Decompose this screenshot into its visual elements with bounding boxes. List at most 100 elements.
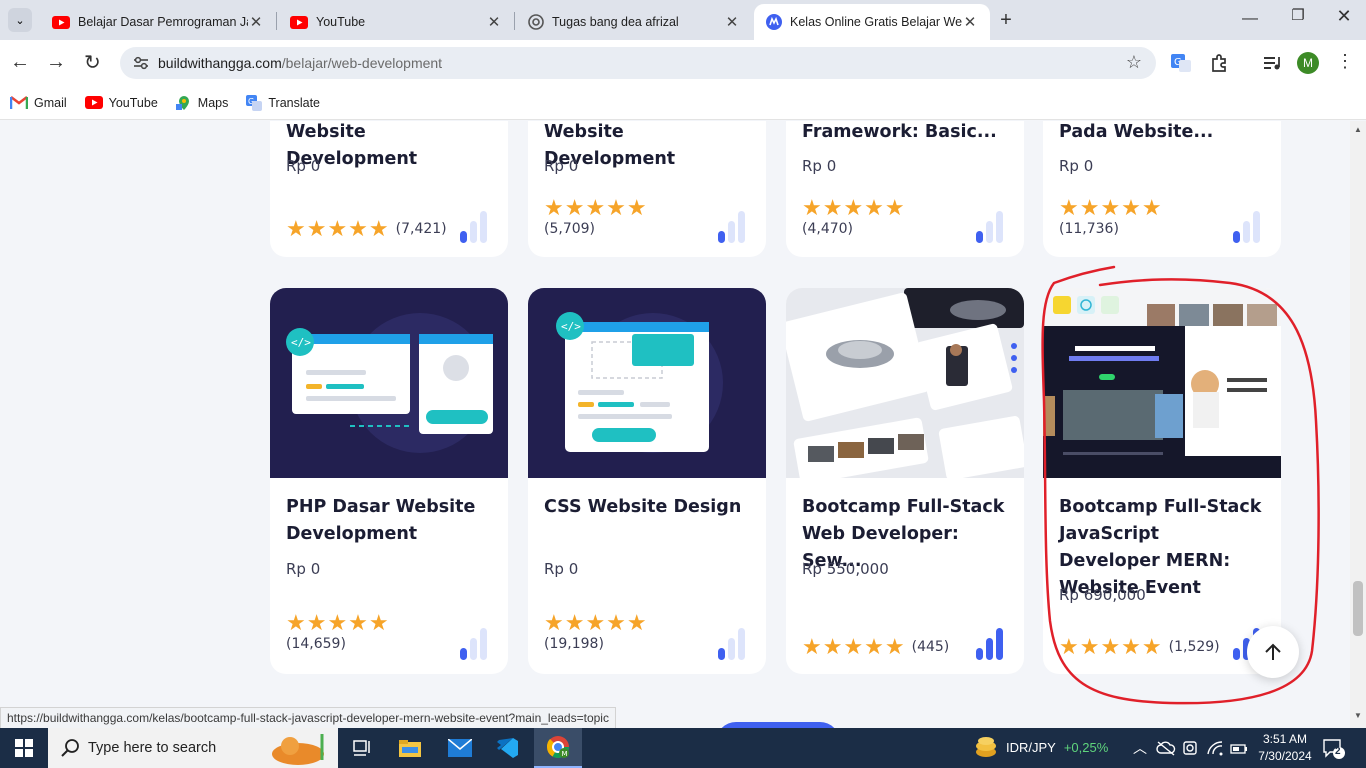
close-window-icon[interactable]: ✕ — [1326, 6, 1362, 27]
tab-belajar-dasar[interactable]: Belajar Dasar Pemrograman Jav ✕ — [40, 4, 276, 40]
level-indicator — [976, 626, 1003, 660]
url-domain: buildwithangga.com — [158, 55, 282, 71]
vertical-scrollbar[interactable]: ▲ ▼ — [1350, 121, 1366, 728]
course-price: Rp 0 — [1059, 157, 1094, 175]
course-card[interactable]: </> CSS Website Design Rp 0 ★★★★★ (19,198… — [528, 288, 766, 674]
tab-kelas-online[interactable]: Kelas Online Gratis Belajar Web ✕ — [754, 4, 990, 40]
tab-divider — [276, 12, 277, 30]
bookmark-youtube[interactable]: YouTube — [84, 95, 158, 110]
wifi-icon[interactable] — [1206, 740, 1224, 761]
tiger-illustration-icon — [272, 734, 324, 765]
course-card[interactable]: Website Development Rp 0 ★★★★★ (5,709) — [528, 121, 766, 257]
course-price: Rp 0 — [544, 157, 579, 175]
tab-youtube[interactable]: YouTube ✕ — [278, 4, 514, 40]
notification-count: 2 — [1335, 746, 1341, 757]
course-card[interactable]: Framework: Basic... Rp 0 ★★★★★ (4,470) — [786, 121, 1024, 257]
rating-count: (5,709) — [544, 221, 596, 237]
new-tab-icon[interactable]: + — [994, 8, 1018, 32]
show-hidden-icons-icon[interactable]: ︿ — [1133, 738, 1147, 758]
globe-icon — [528, 14, 544, 30]
address-bar[interactable]: buildwithangga.com/belajar/web-developme… — [120, 47, 1156, 79]
course-card[interactable]: Pada Website... Rp 0 ★★★★★ (11,736) — [1043, 121, 1281, 257]
media-control-icon[interactable] — [1261, 52, 1283, 74]
rating-stars: ★★★★★ — [544, 610, 648, 635]
reload-icon[interactable]: ↻ — [84, 50, 101, 75]
bookmark-label: YouTube — [108, 95, 158, 110]
mail-icon[interactable] — [436, 728, 484, 768]
course-price: Rp 0 — [544, 560, 579, 578]
windows-start-icon[interactable] — [0, 728, 48, 768]
restore-icon[interactable]: ❐ — [1280, 6, 1316, 24]
close-tab-icon[interactable]: ✕ — [962, 13, 978, 31]
clock[interactable]: 3:51 AM 7/30/2024 — [1254, 731, 1316, 765]
level-indicator — [718, 626, 745, 660]
course-title: PHP Dasar Website Development — [286, 497, 476, 544]
chrome-taskbar-icon[interactable]: M — [534, 728, 582, 768]
back-icon[interactable]: ← — [10, 51, 30, 74]
close-tab-icon[interactable]: ✕ — [248, 13, 264, 31]
bookmark-gmail[interactable]: Gmail — [10, 96, 67, 110]
course-card[interactable]: Website Development Rp 0 ★★★★★ (7,421) — [270, 121, 508, 257]
course-thumbnail — [786, 288, 1024, 478]
gmail-icon — [10, 96, 28, 109]
svg-text:</>: </> — [561, 320, 581, 333]
course-thumbnail: </> — [270, 288, 508, 478]
url-path: /belajar/web-development — [281, 55, 443, 71]
level-indicator — [976, 209, 1003, 243]
currency-ticker[interactable]: IDR/JPY +0,25% — [1006, 740, 1108, 755]
course-card[interactable]: </> PHP Dasar Website Development Rp 0 ★… — [270, 288, 508, 674]
page-content: Website Development Rp 0 ★★★★★ (7,421) We… — [0, 121, 1350, 728]
bookmark-maps[interactable]: Maps — [175, 95, 229, 111]
taskbar-search-box[interactable]: Type here to search — [48, 728, 338, 768]
rating-stars: ★★★★★ — [1059, 195, 1163, 220]
tab-strip: ⌄ Belajar Dasar Pemrograman Jav ✕ YouTub… — [0, 0, 1366, 40]
clock-date: 7/30/2024 — [1258, 749, 1312, 763]
rating-stars: ★★★★★ — [544, 195, 648, 220]
device-icon[interactable] — [1182, 740, 1198, 761]
tab-title: Kelas Online Gratis Belajar Web — [790, 15, 962, 29]
close-tab-icon[interactable]: ✕ — [724, 13, 740, 31]
site-settings-icon[interactable] — [132, 55, 150, 71]
google-translate-icon[interactable]: G — [1170, 52, 1192, 74]
menu-icon[interactable]: ⋮ — [1336, 51, 1354, 72]
scroll-up-arrow-icon[interactable]: ▲ — [1354, 125, 1362, 134]
course-title: Framework: Basic... — [802, 122, 997, 142]
course-title: Pada Website... — [1059, 122, 1214, 142]
task-view-icon[interactable] — [338, 728, 386, 768]
cloud-offline-icon[interactable] — [1156, 740, 1176, 761]
scroll-down-arrow-icon[interactable]: ▼ — [1354, 711, 1362, 720]
course-thumbnail: </> — [528, 288, 766, 478]
bookmark-star-icon[interactable]: ☆ — [1126, 52, 1142, 73]
youtube-icon — [290, 15, 308, 29]
vscode-icon[interactable] — [484, 728, 532, 768]
youtube-icon — [84, 96, 103, 109]
tab-search-icon[interactable]: ⌄ — [8, 8, 32, 32]
notification-center-icon[interactable]: 2 — [1322, 738, 1346, 760]
rating-count: (7,421) — [395, 221, 447, 237]
minimize-icon[interactable]: — — [1232, 10, 1268, 28]
bookmark-translate[interactable]: G Translate — [246, 94, 320, 111]
forward-icon[interactable]: → — [46, 51, 66, 74]
file-explorer-icon[interactable] — [386, 728, 434, 768]
level-indicator — [1233, 209, 1260, 243]
tab-tugas[interactable]: Tugas bang dea afrizal ✕ — [516, 4, 752, 40]
rating-stars: ★★★★★ — [802, 634, 906, 659]
profile-avatar[interactable]: M — [1297, 52, 1319, 74]
annotation-circle — [1041, 265, 1320, 705]
bookmark-label: Maps — [197, 95, 229, 110]
rating-count: (4,470) — [802, 221, 854, 237]
bookmark-label: Gmail — [34, 95, 67, 110]
course-card[interactable]: Bootcamp Full-Stack Web Developer: Sew..… — [786, 288, 1024, 674]
bookmarks-bar: Gmail YouTube Maps G Translate — [0, 86, 1366, 120]
battery-icon[interactable] — [1230, 742, 1248, 760]
search-icon — [61, 739, 79, 757]
tab-divider — [514, 12, 515, 30]
close-tab-icon[interactable]: ✕ — [486, 13, 502, 31]
rating-stars: ★★★★★ — [802, 195, 906, 220]
scrollbar-thumb[interactable] — [1353, 581, 1363, 636]
level-indicator — [460, 626, 487, 660]
extensions-icon[interactable] — [1208, 52, 1230, 74]
tab-title: YouTube — [316, 15, 366, 29]
currency-widget-icon[interactable] — [974, 736, 1000, 760]
ticker-change: +0,25% — [1063, 740, 1109, 755]
